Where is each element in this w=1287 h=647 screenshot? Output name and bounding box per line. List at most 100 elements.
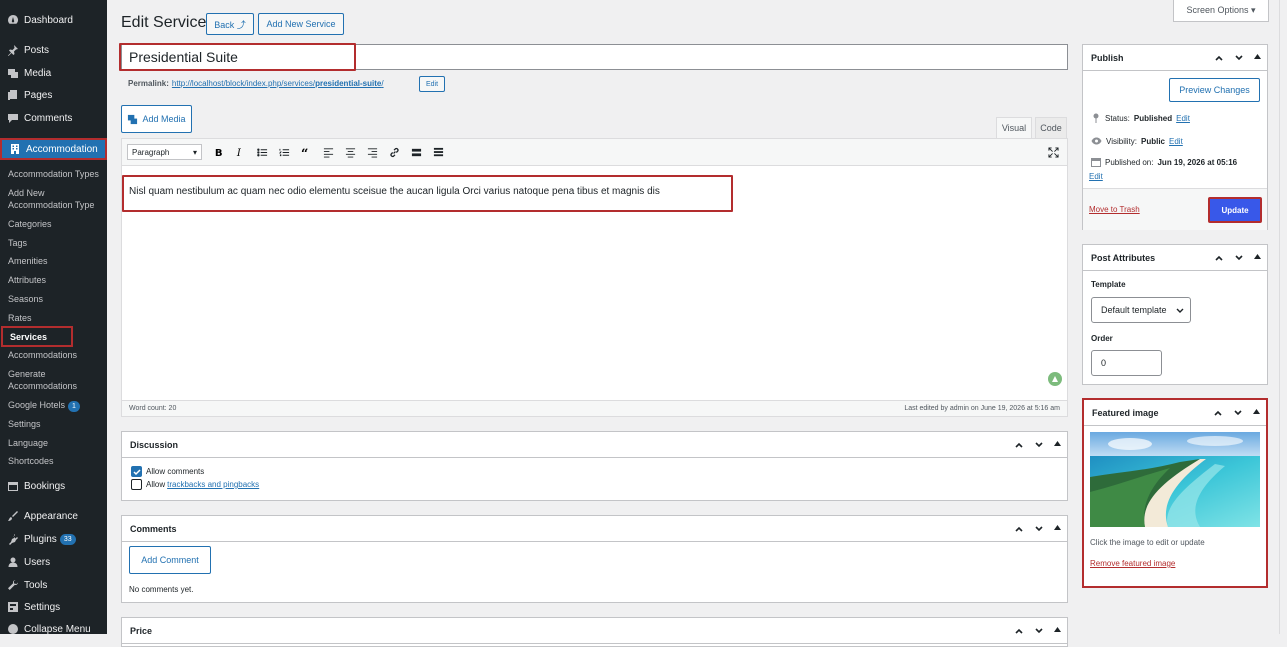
chevron-up-icon[interactable] bbox=[1214, 53, 1224, 63]
tab-visual[interactable]: Visual bbox=[996, 117, 1032, 138]
submenu-add-new-type[interactable]: Add New Accommodation Type bbox=[8, 187, 105, 211]
order-input[interactable]: 0 bbox=[1091, 350, 1162, 376]
toolbar-toggle-icon[interactable] bbox=[433, 147, 444, 158]
comments-controls[interactable] bbox=[1014, 524, 1061, 534]
svg-text:B: B bbox=[215, 148, 223, 158]
italic-icon[interactable]: I bbox=[235, 147, 246, 158]
attributes-controls[interactable] bbox=[1214, 253, 1261, 263]
featured-controls[interactable] bbox=[1213, 408, 1260, 418]
menu-pages[interactable]: Pages bbox=[0, 84, 107, 106]
submenu-seasons[interactable]: Seasons bbox=[8, 293, 105, 305]
grammar-check-icon[interactable] bbox=[1048, 372, 1062, 386]
chevron-up-icon[interactable] bbox=[1213, 408, 1223, 418]
submenu-attributes[interactable]: Attributes bbox=[8, 274, 105, 286]
chevron-down-icon[interactable] bbox=[1234, 253, 1244, 263]
publish-controls[interactable] bbox=[1214, 53, 1261, 63]
menu-accommodation[interactable]: Accommodation bbox=[0, 138, 107, 160]
page-icon bbox=[6, 89, 19, 102]
menu-settings[interactable]: Settings bbox=[0, 596, 107, 618]
toggle-arrow-icon[interactable] bbox=[1054, 626, 1061, 633]
submenu-tags[interactable]: Tags bbox=[8, 237, 105, 249]
submenu-shortcodes[interactable]: Shortcodes bbox=[8, 455, 105, 467]
featured-image[interactable] bbox=[1090, 432, 1260, 527]
read-more-icon[interactable] bbox=[411, 147, 422, 158]
menu-comments[interactable]: Comments bbox=[0, 107, 107, 129]
visibility-edit-link[interactable]: Edit bbox=[1169, 137, 1183, 146]
trackbacks-link[interactable]: trackbacks and pingbacks bbox=[167, 480, 259, 489]
submenu-language[interactable]: Language bbox=[8, 437, 105, 449]
toggle-arrow-icon[interactable] bbox=[1254, 53, 1261, 60]
allow-trackbacks-checkbox[interactable] bbox=[131, 479, 142, 490]
submenu-accommodation-types[interactable]: Accommodation Types bbox=[8, 168, 105, 180]
comment-icon bbox=[6, 112, 19, 125]
submenu-categories[interactable]: Categories bbox=[8, 218, 105, 230]
remove-featured-image-link[interactable]: Remove featured image bbox=[1090, 559, 1175, 568]
scrollbar[interactable] bbox=[1279, 0, 1287, 634]
toggle-arrow-icon[interactable] bbox=[1054, 440, 1061, 447]
chevron-down-icon[interactable] bbox=[1034, 626, 1044, 636]
menu-tools[interactable]: Tools bbox=[0, 574, 107, 596]
allow-comments-checkbox[interactable] bbox=[131, 466, 142, 477]
svg-text:“: “ bbox=[301, 147, 308, 158]
page-title: Edit Service bbox=[121, 14, 207, 31]
toggle-arrow-icon[interactable] bbox=[1054, 524, 1061, 531]
status-edit-link[interactable]: Edit bbox=[1176, 114, 1190, 123]
submenu-settings[interactable]: Settings bbox=[8, 418, 105, 430]
bullet-list-icon[interactable] bbox=[257, 147, 268, 158]
publish-actions: Move to Trash Update bbox=[1083, 188, 1267, 230]
submenu-amenities[interactable]: Amenities bbox=[8, 255, 105, 267]
numbered-list-icon[interactable] bbox=[279, 147, 290, 158]
menu-collapse[interactable]: Collapse Menu bbox=[0, 618, 107, 634]
permalink-link[interactable]: http://localhost/block/index.php/service… bbox=[172, 79, 384, 88]
template-label: Template bbox=[1091, 280, 1126, 289]
menu-posts[interactable]: Posts bbox=[0, 39, 107, 61]
tab-code[interactable]: Code bbox=[1035, 117, 1067, 138]
submenu-google-hotels[interactable]: Google Hotels 1 bbox=[8, 399, 105, 412]
add-new-service-button[interactable]: Add New Service bbox=[258, 13, 344, 35]
add-comment-button[interactable]: Add Comment bbox=[129, 546, 211, 574]
fullscreen-icon[interactable] bbox=[1048, 146, 1059, 158]
blockquote-icon[interactable]: “ bbox=[301, 147, 312, 158]
chevron-down-icon[interactable] bbox=[1234, 53, 1244, 63]
align-right-icon[interactable] bbox=[367, 147, 378, 158]
submenu-services[interactable]: Services bbox=[1, 326, 73, 347]
count-badge: 1 bbox=[68, 401, 80, 412]
permalink-edit-button[interactable]: Edit bbox=[419, 76, 445, 92]
chevron-down-icon[interactable] bbox=[1034, 524, 1044, 534]
add-media-button[interactable]: Add Media bbox=[121, 105, 192, 133]
chevron-up-icon[interactable] bbox=[1014, 524, 1024, 534]
update-button[interactable]: Update bbox=[1208, 197, 1262, 223]
preview-changes-button[interactable]: Preview Changes bbox=[1169, 78, 1260, 102]
move-to-trash-link[interactable]: Move to Trash bbox=[1089, 205, 1140, 214]
chevron-down-icon[interactable] bbox=[1034, 440, 1044, 450]
published-edit-link[interactable]: Edit bbox=[1089, 172, 1103, 181]
submenu-accommodations[interactable]: Accommodations bbox=[8, 349, 105, 361]
pin-icon bbox=[6, 44, 19, 57]
toggle-arrow-icon[interactable] bbox=[1254, 253, 1261, 260]
submenu-generate-accommodations[interactable]: Generate Accommodations bbox=[8, 368, 105, 392]
menu-plugins[interactable]: Plugins 33 bbox=[0, 528, 107, 550]
price-controls[interactable] bbox=[1014, 626, 1061, 636]
menu-bookings[interactable]: Bookings bbox=[0, 475, 107, 497]
align-center-icon[interactable] bbox=[345, 147, 356, 158]
screen-options-button[interactable]: Screen Options ▾ bbox=[1173, 0, 1269, 22]
discussion-title: Discussion bbox=[122, 432, 1067, 458]
menu-appearance[interactable]: Appearance bbox=[0, 505, 107, 527]
menu-dashboard[interactable]: Dashboard bbox=[0, 9, 107, 31]
back-button[interactable]: Back ⤴ bbox=[206, 13, 254, 35]
discussion-controls[interactable] bbox=[1014, 440, 1061, 450]
menu-media[interactable]: Media bbox=[0, 62, 107, 84]
chevron-down-icon[interactable] bbox=[1233, 408, 1243, 418]
format-select[interactable]: Paragraph ▾ bbox=[127, 144, 202, 160]
menu-users[interactable]: Users bbox=[0, 551, 107, 573]
chevron-up-icon[interactable] bbox=[1214, 253, 1224, 263]
no-comments-text: No comments yet. bbox=[129, 585, 194, 594]
bold-icon[interactable]: B bbox=[213, 147, 224, 158]
template-select[interactable]: Default template bbox=[1091, 297, 1191, 323]
chevron-up-icon[interactable] bbox=[1014, 626, 1024, 636]
link-icon[interactable] bbox=[389, 147, 400, 158]
submenu-rates[interactable]: Rates bbox=[8, 312, 105, 324]
chevron-up-icon[interactable] bbox=[1014, 440, 1024, 450]
toggle-arrow-icon[interactable] bbox=[1253, 408, 1260, 415]
align-left-icon[interactable] bbox=[323, 147, 334, 158]
